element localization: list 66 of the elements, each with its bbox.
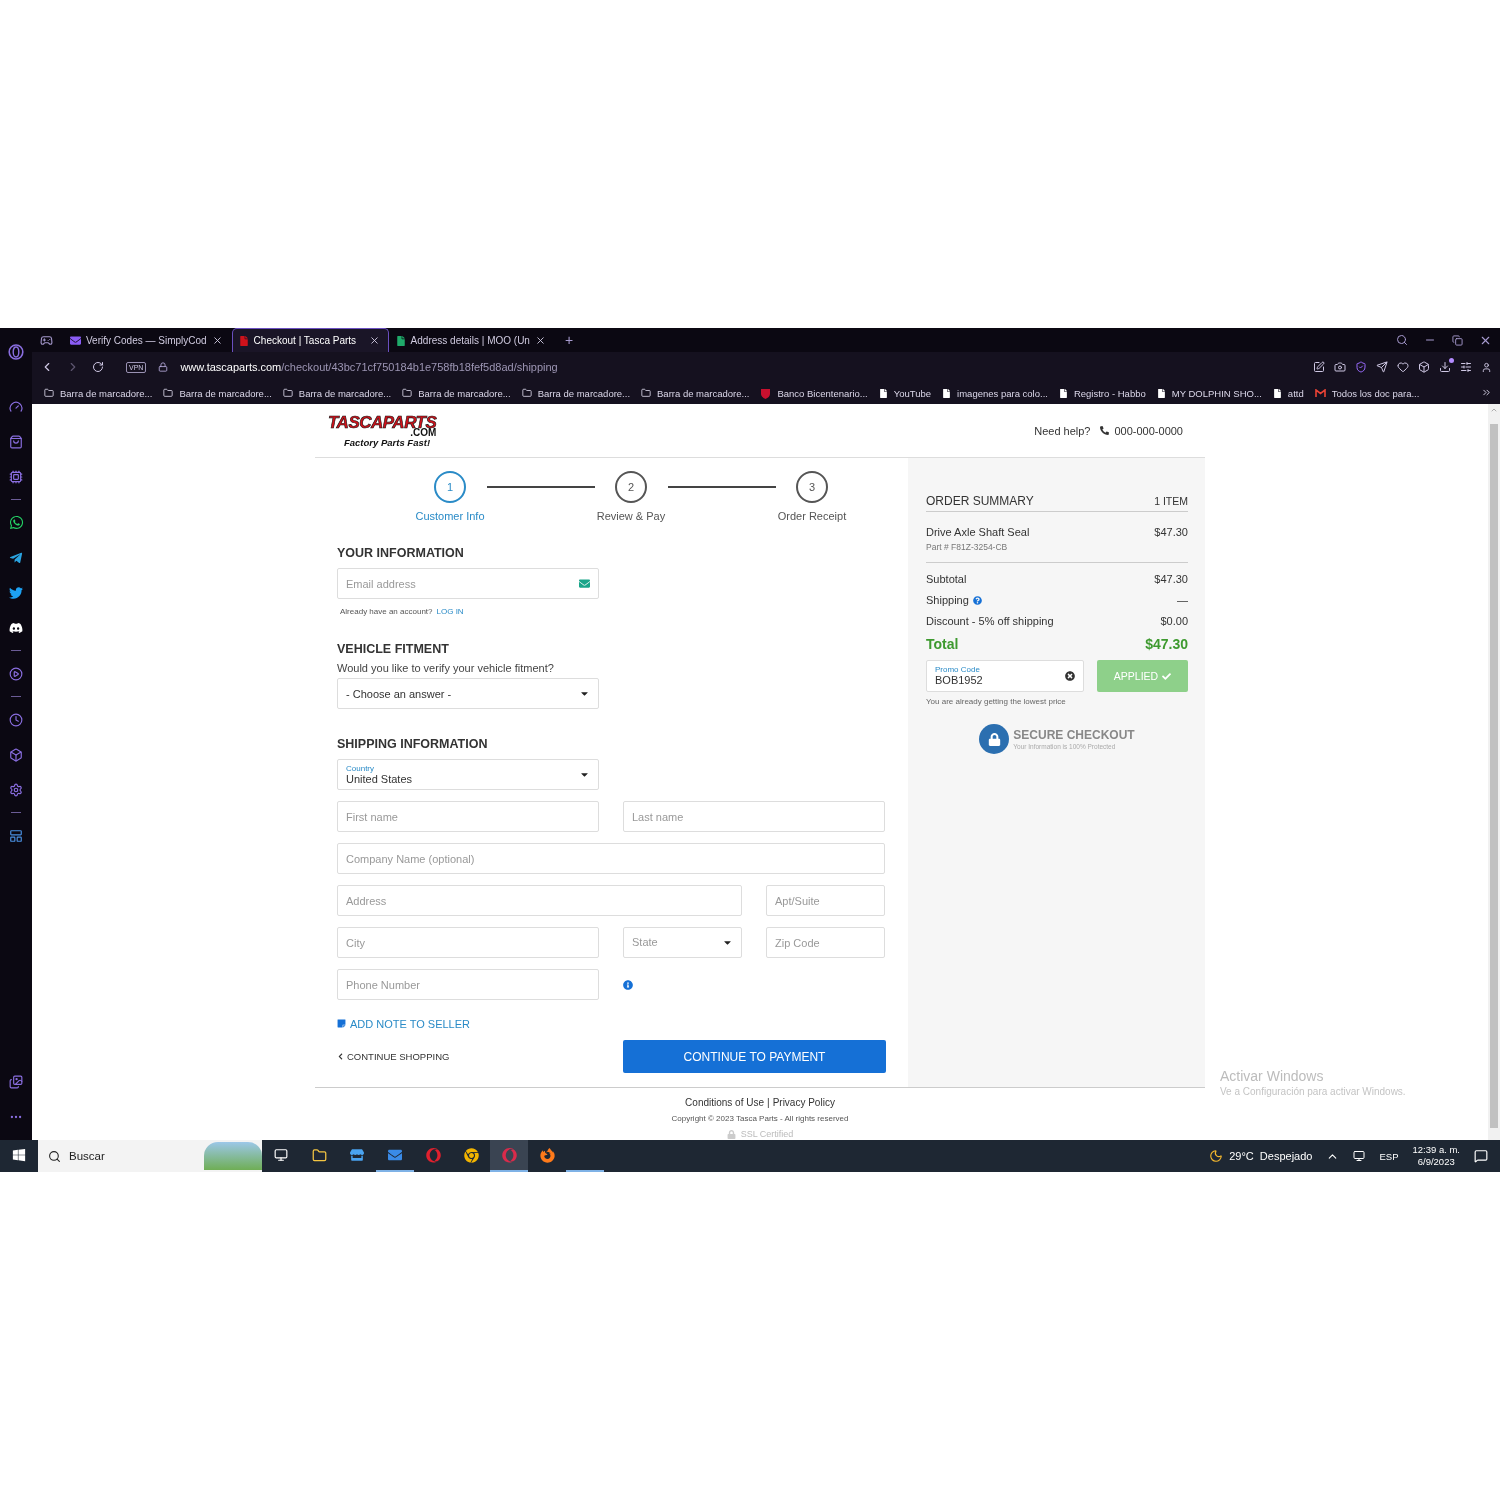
secure-title: SECURE CHECKOUT: [1013, 728, 1135, 742]
logo-tagline: Factory Parts Fast!: [344, 437, 431, 448]
clock-date[interactable]: 6/9/2023: [1417, 1156, 1455, 1169]
summary-title: ORDER SUMMARY: [926, 494, 1034, 508]
separator: |: [767, 1097, 770, 1108]
privacy-link[interactable]: Privacy Policy: [772, 1097, 835, 1108]
browser-tab[interactable]: Address details | MOO (Un: [388, 328, 555, 352]
logo-domain: .COM: [410, 427, 437, 438]
url-field[interactable]: www.tascaparts.com/checkout/43bc71cf750184b1e758fb18fef5d8ad/shipping: [180, 361, 558, 373]
bookmark[interactable]: Barra de marcadore...: [641, 387, 750, 399]
summary-label: Shipping: [926, 594, 969, 606]
clock-time[interactable]: 12:39 a. m.: [1412, 1143, 1460, 1156]
section-title: SHIPPING INFORMATION: [337, 737, 489, 751]
phone-number[interactable]: 000-000-0000: [1114, 424, 1183, 437]
bookmark[interactable]: Barra de marcadore...: [163, 387, 272, 399]
bookmark[interactable]: Barra de marcadore...: [521, 387, 631, 399]
ssl-label: SSL Certified: [740, 1129, 794, 1139]
conditions-link[interactable]: Conditions of Use: [685, 1097, 765, 1108]
account-prompt: Already have an account?: [340, 607, 433, 616]
promo-code-field[interactable]: Promo Code BOB1952: [926, 660, 1084, 692]
continue-button[interactable]: CONTINUE TO PAYMENT: [623, 1040, 886, 1073]
weather-text[interactable]: 29°C Despejado: [1229, 1150, 1313, 1162]
bookmark[interactable]: Todos los doc para...: [1314, 387, 1420, 399]
bookmark[interactable]: imagenes para colo...: [942, 387, 1048, 399]
bookmark[interactable]: attd: [1272, 387, 1304, 399]
item-price: $47.30: [1154, 526, 1188, 540]
summary-label: Subtotal: [926, 573, 967, 585]
select-field[interactable]: Country United States: [337, 759, 599, 790]
bookmark[interactable]: Barra de marcadore...: [282, 387, 392, 399]
copyright: Copyright © 2023 Tasca Parts - All rights reserved: [671, 1114, 849, 1123]
summary-value: —: [1177, 594, 1188, 606]
summary-label: Discount - 5% off shipping: [926, 615, 1054, 627]
step-circle[interactable]: 3: [796, 471, 828, 503]
step-label: Order Receipt: [777, 510, 847, 522]
bookmark[interactable]: MY DOLPHIN SHO...: [1156, 387, 1262, 399]
summary-value: $47.30: [1154, 573, 1188, 585]
section-title: VEHICLE FITMENT: [337, 642, 450, 656]
help-text: Need help?: [1034, 424, 1091, 437]
new-tab-button[interactable]: +: [554, 328, 584, 352]
fitment-question: Would you like to verify your vehicle fitment?: [337, 662, 555, 674]
bookmark[interactable]: YouTube: [878, 387, 932, 399]
item-count: 1 ITEM: [1154, 495, 1188, 507]
bookmark[interactable]: Barra de marcadore...: [402, 387, 511, 399]
taskbar-search[interactable]: Buscar: [38, 1140, 262, 1172]
item-name: Drive Axle Shaft Seal: [926, 526, 1030, 538]
step-label: Review & Pay: [596, 510, 666, 522]
bookmark[interactable]: Banco Bicentenario...: [760, 387, 868, 399]
section-title: YOUR INFORMATION: [337, 546, 465, 560]
total-label: Total: [926, 636, 959, 652]
login-link[interactable]: LOG IN: [436, 607, 464, 616]
bookmark[interactable]: Barra de marcadore...: [44, 387, 153, 399]
part-number: Part # F81Z-3254-CB: [926, 542, 1009, 552]
total-value: $47.30: [1145, 636, 1188, 652]
step-circle[interactable]: 1: [434, 471, 466, 503]
summary-value: $0.00: [1160, 615, 1188, 627]
step-circle[interactable]: 2: [615, 471, 647, 503]
browser-tab[interactable]: Verify Codes — SimplyCod: [63, 328, 232, 352]
add-note-link[interactable]: ADD NOTE TO SELLER: [337, 1017, 471, 1030]
step-label: Customer Info: [415, 510, 485, 522]
bookmark[interactable]: Registro - Habbo: [1058, 387, 1146, 399]
select-field[interactable]: - Choose an answer -: [337, 678, 599, 709]
continue-shopping-link[interactable]: CONTINUE SHOPPING: [337, 1051, 450, 1062]
language-indicator[interactable]: ESP: [1379, 1150, 1399, 1162]
promo-note: You are already getting the lowest price: [926, 697, 1067, 706]
activation-title: Activar Windows: [1220, 1068, 1325, 1084]
browser-tab[interactable]: Checkout | Tasca Parts: [231, 328, 389, 352]
